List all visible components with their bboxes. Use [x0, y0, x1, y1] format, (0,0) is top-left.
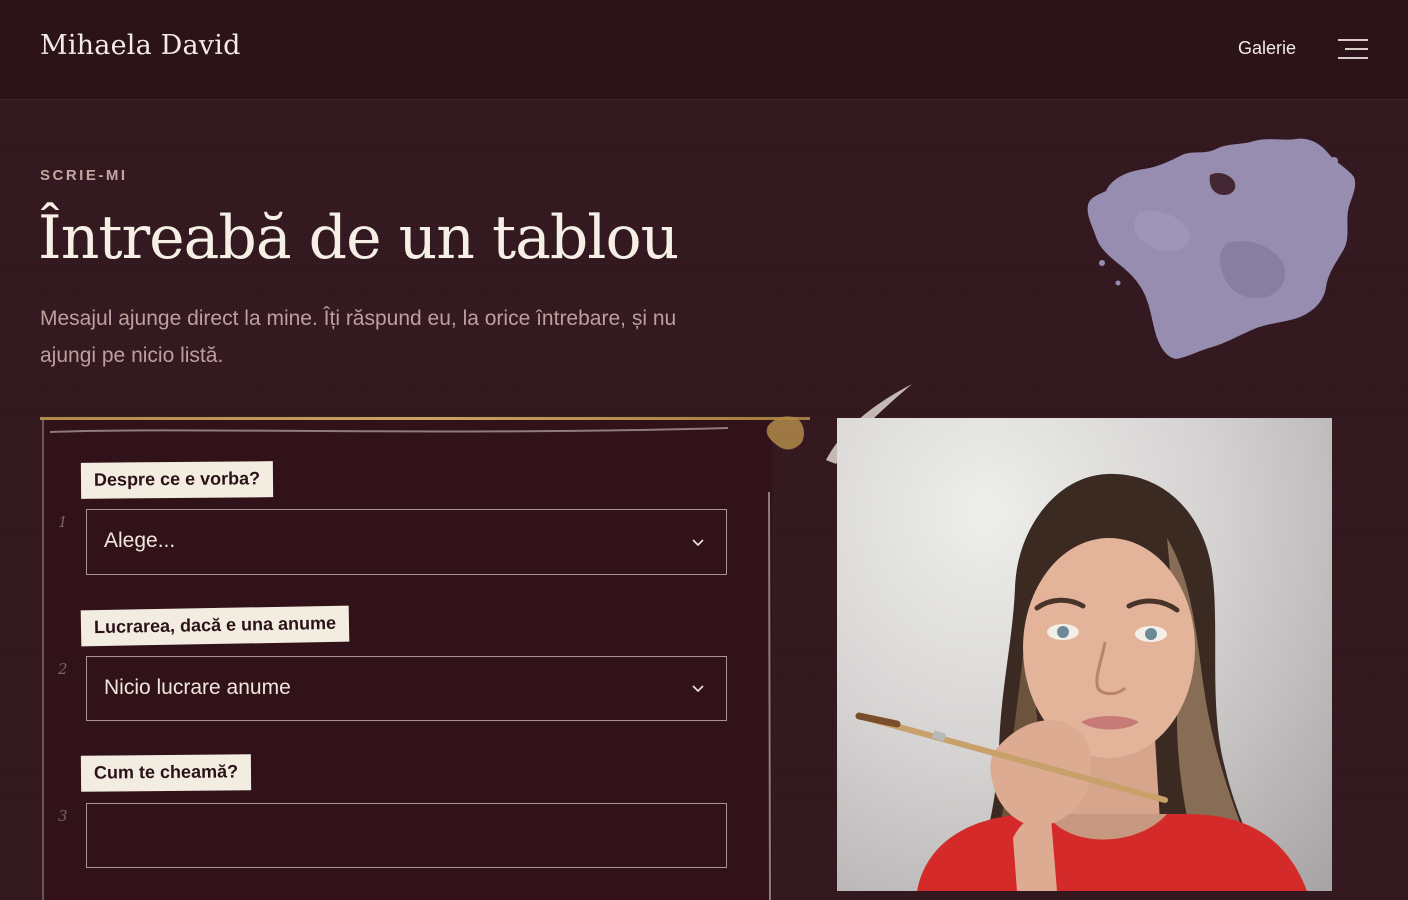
hamburger-menu-icon[interactable] [1334, 36, 1370, 64]
field-number: 1 [58, 513, 68, 531]
field-number: 2 [58, 660, 68, 678]
page-lead: Mesajul ajunge direct la mine. Îți răspu… [40, 307, 677, 367]
site-logo[interactable]: Mihaela David [40, 30, 241, 61]
section-eyebrow: SCRIE-MI [40, 167, 128, 184]
artwork-select[interactable]: Nicio lucrare anume [86, 656, 727, 721]
artwork-select-value: Nicio lucrare anume [104, 676, 291, 699]
page-title: Întreabă de un tablou [38, 203, 679, 273]
subject-select-value: Alege... [104, 529, 176, 552]
nav-link-galerie[interactable]: Galerie [1238, 38, 1296, 59]
chevron-down-icon [692, 539, 704, 547]
field-number: 3 [58, 807, 68, 825]
subject-select[interactable]: Alege... [86, 509, 727, 575]
chevron-down-icon [692, 685, 704, 693]
field-label-artwork: Lucrarea, dacă e una anume [80, 605, 350, 647]
field-label-name: Cum te cheamă? [80, 754, 252, 792]
field-label-subject: Despre ce e vorba? [80, 461, 274, 499]
artist-portrait [837, 418, 1332, 891]
name-input[interactable] [86, 803, 727, 868]
site-header: Mihaela David Galerie [0, 0, 1408, 100]
artist-portrait-illustration [855, 473, 1307, 891]
contact-form: Despre ce e vorba? 1 Alege... Lucrarea, … [42, 420, 772, 900]
paint-splash-icon [1087, 138, 1356, 359]
